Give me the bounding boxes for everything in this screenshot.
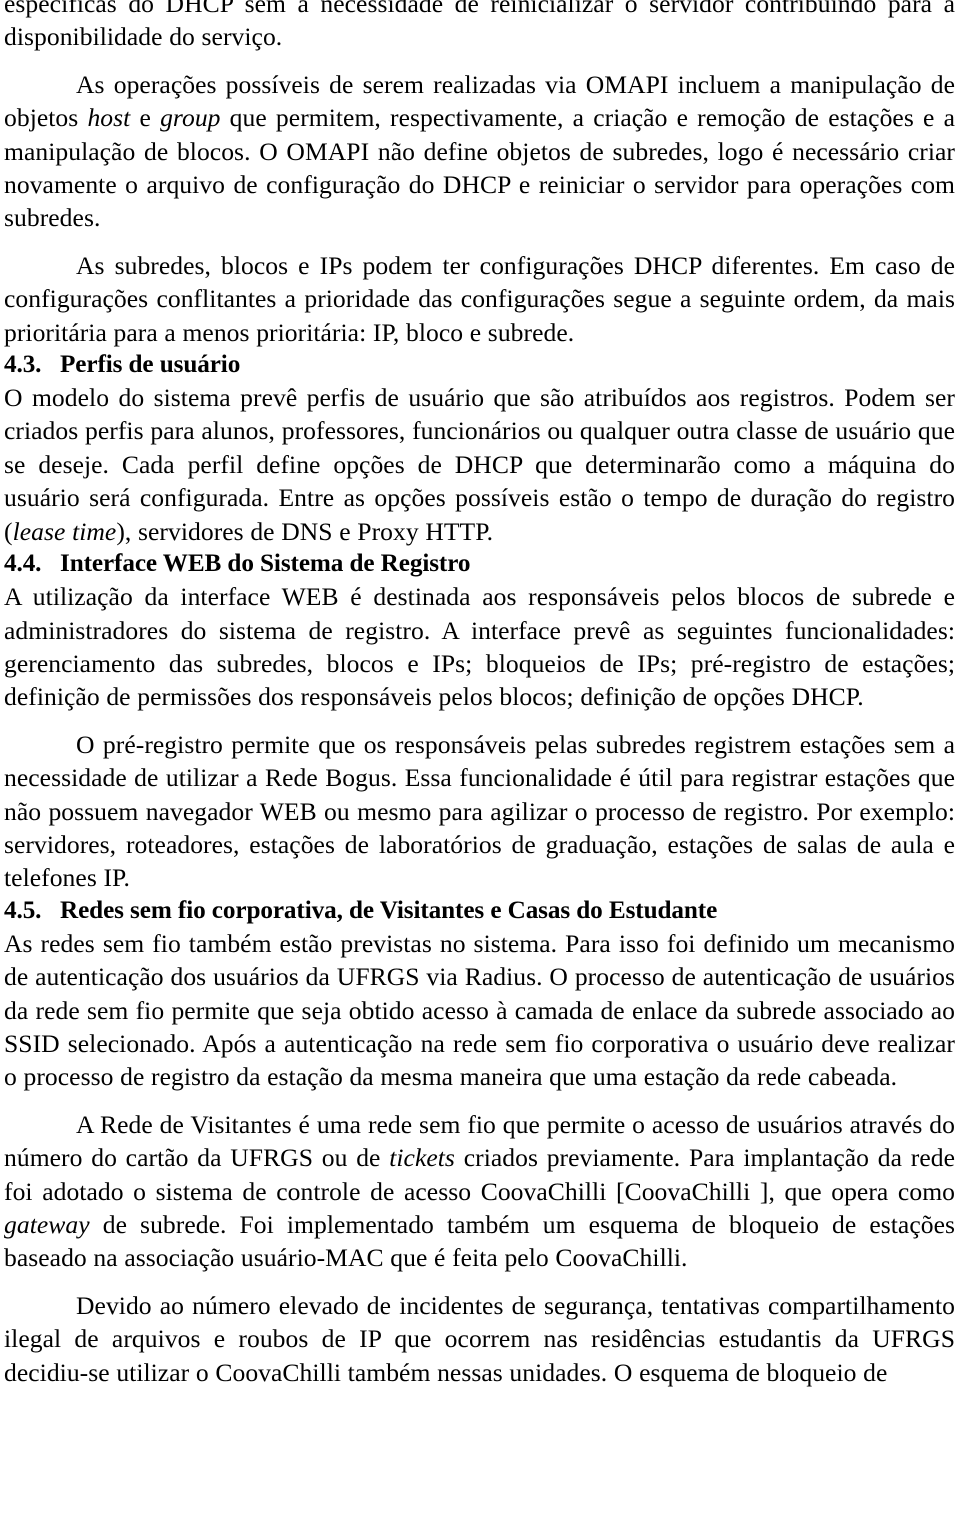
paragraph-prioridade: As subredes, blocos e IPs podem ter conf… [4, 249, 955, 349]
paragraph-perfis: O modelo do sistema prevê perfis de usuá… [4, 383, 955, 546]
citation-coovachilli: [CoovaChilli ] [616, 1176, 769, 1206]
italic-term-host: host [87, 103, 131, 133]
heading-title: Redes sem fio corporativa, de Visitantes… [60, 896, 718, 924]
paragraph-text: específicas do DHCP sem a necessidade de… [4, 0, 955, 52]
document-page: específicas do DHCP sem a necessidade de… [0, 0, 960, 1514]
paragraph-rede-visitantes: A Rede de Visitantes é uma rede sem fio … [4, 1109, 955, 1273]
paragraph-continuation-top: específicas do DHCP sem a necessidade de… [4, 0, 955, 54]
paragraph-text: As subredes, blocos e IPs podem ter conf… [4, 250, 955, 347]
paragraph-pre-registro: O pré-registro permite que os responsáve… [4, 728, 955, 895]
italic-term-gateway: gateway [4, 1210, 90, 1239]
heading-number: 4.4. [4, 550, 42, 578]
paragraph-omapi: As operações possíveis de serem realizad… [4, 69, 955, 233]
paragraph-redes-sem-fio: As redes sem fio também estão previstas … [4, 928, 955, 1092]
italic-term-lease-time: lease time [12, 516, 117, 546]
heading-4-3: 4.3. Perfis de usuário [4, 349, 955, 381]
heading-title: Interface WEB do Sistema de Registro [60, 550, 471, 578]
heading-number: 4.3. [4, 351, 42, 379]
paragraph-text: O pré-registro permite que os responsáve… [4, 729, 955, 893]
heading-title: Perfis de usuário [60, 351, 241, 379]
italic-term-group: group [160, 103, 221, 133]
italic-term-tickets: tickets [389, 1143, 455, 1173]
text-flow: específicas do DHCP sem a necessidade de… [4, 0, 955, 1389]
paragraph-text: A utilização da interface WEB é destinad… [4, 582, 955, 712]
heading-number: 4.5. [4, 896, 42, 924]
heading-4-5: 4.5. Redes sem fio corporativa, de Visita… [4, 895, 955, 927]
paragraph-incidentes: Devido ao número elevado de incidentes d… [4, 1290, 955, 1387]
paragraph-interface-web: A utilização da interface WEB é destinad… [4, 580, 955, 714]
heading-4-4: 4.4. Interface WEB do Sistema de Registro [4, 548, 955, 580]
